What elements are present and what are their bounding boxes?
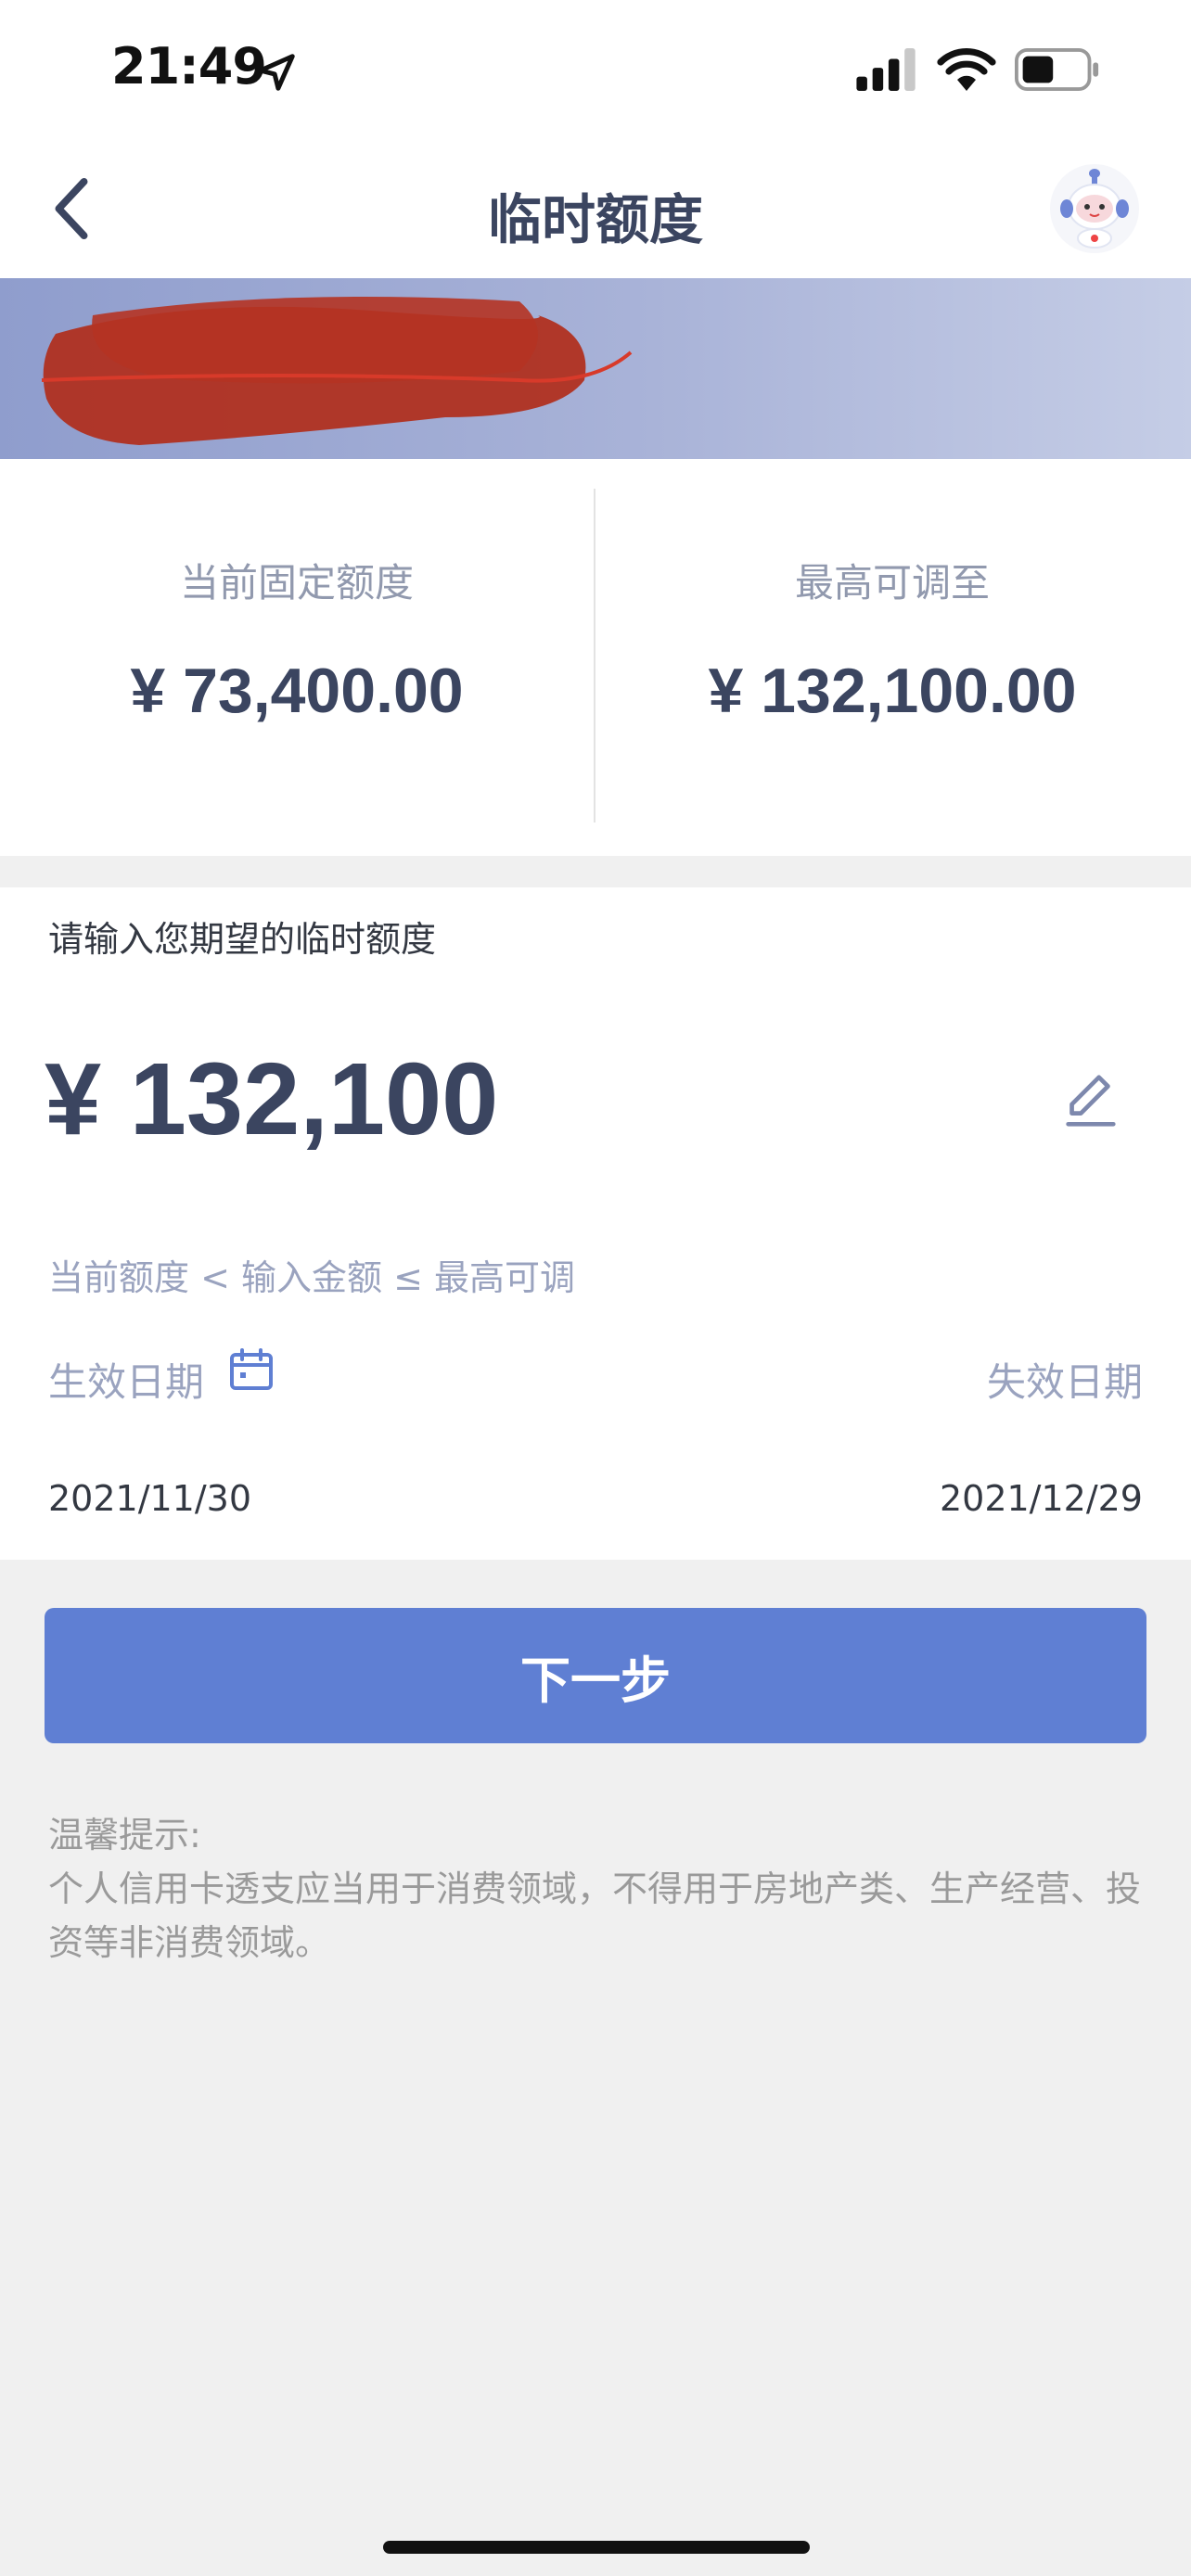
- amount-input-section: 请输入您期望的临时额度 ¥ 132,100 当前额度 < 输入金额 ≤ 最高可调…: [0, 887, 1191, 1560]
- page-title: 临时额度: [487, 188, 703, 251]
- amount-input[interactable]: ¥ 132,100: [45, 1040, 498, 1158]
- status-bar: 21:49: [0, 0, 1191, 139]
- status-time: 21:49: [111, 37, 267, 96]
- effective-date-value[interactable]: 2021/11/30: [48, 1478, 251, 1519]
- edit-amount-button[interactable]: [1057, 1068, 1122, 1133]
- page: 21:49 临时额度 当前固定额度 ¥ 73,400.00 最高可调至 ¥ 13…: [0, 0, 1191, 2576]
- current-quota-value: ¥ 73,400.00: [130, 656, 464, 726]
- signal-icon: [856, 48, 916, 91]
- next-step-button[interactable]: 下一步: [45, 1608, 1146, 1743]
- quota-card: 当前固定额度 ¥ 73,400.00 最高可调至 ¥ 132,100.00: [0, 459, 1191, 856]
- battery-icon: [1015, 48, 1099, 91]
- tips-title: 温馨提示:: [48, 1815, 201, 1855]
- max-quota: 最高可调至 ¥ 132,100.00: [596, 552, 1189, 727]
- range-hint: 当前额度 < 输入金额 ≤ 最高可调: [48, 1257, 575, 1298]
- tips-body: 个人信用卡透支应当用于消费领域，不得用于房地产类、生产经营、投资等非消费领域。: [48, 1868, 1142, 1963]
- nav-bar: 临时额度: [0, 139, 1191, 278]
- current-quota-label: 当前固定额度: [179, 560, 414, 606]
- assistant-button[interactable]: [1048, 162, 1141, 255]
- home-indicator[interactable]: [383, 2541, 810, 2554]
- calendar-button[interactable]: [227, 1346, 275, 1395]
- expiry-date-value: 2021/12/29: [939, 1478, 1143, 1519]
- max-quota-value: ¥ 132,100.00: [708, 656, 1077, 726]
- assistant-robot-icon: [1050, 164, 1139, 253]
- location-arrow-icon: [258, 54, 295, 91]
- card-banner: [0, 278, 1191, 459]
- effective-date-label: 生效日期: [48, 1359, 205, 1405]
- current-quota: 当前固定额度 ¥ 73,400.00: [0, 552, 594, 727]
- calendar-icon: [230, 1348, 273, 1390]
- tips: 温馨提示: 个人信用卡透支应当用于消费领域，不得用于房地产类、生产经营、投资等非…: [48, 1808, 1152, 1970]
- amount-prompt: 请输入您期望的临时额度: [48, 919, 437, 960]
- edit-pencil-icon: [1066, 1075, 1116, 1127]
- max-quota-label: 最高可调至: [794, 560, 990, 606]
- wifi-icon: [937, 47, 996, 91]
- expiry-date-label: 失效日期: [986, 1359, 1143, 1405]
- redaction-scribble: [41, 297, 633, 445]
